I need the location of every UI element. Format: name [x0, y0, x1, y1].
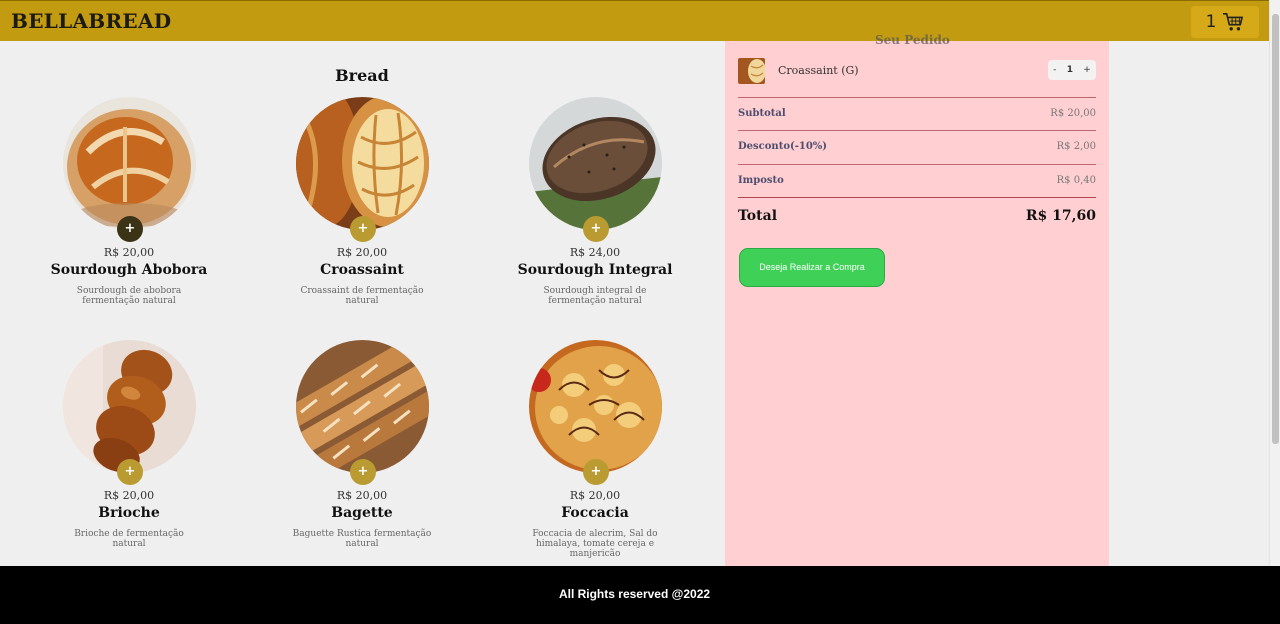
product-price: R$ 20,00: [336, 489, 388, 502]
total-row: Total R$ 17,60: [738, 208, 1096, 228]
product-card: + R$ 20,00 Foccacia Foccacia de alecrim,…: [479, 340, 711, 562]
product-description: Foccacia de alecrim, Sal do himalaya, to…: [532, 529, 658, 559]
add-to-cart-button[interactable]: +: [583, 459, 609, 485]
checkout-button[interactable]: Deseja Realizar a Compra: [739, 248, 885, 287]
cart-icon: [1223, 13, 1244, 31]
section-title: Bread: [335, 66, 389, 85]
add-to-cart-button[interactable]: +: [350, 459, 376, 485]
product-name: Bagette: [331, 505, 393, 521]
footer-text: All Rights reserved @2022: [558, 587, 711, 601]
tax-label: Imposto: [738, 175, 784, 186]
product-price: R$ 20,00: [569, 489, 621, 502]
quantity-value: 1: [1066, 65, 1073, 75]
product-description: Baguette Rustica fermentação natural: [292, 529, 432, 549]
tax-row: Imposto R$ 0,40: [738, 175, 1096, 191]
footer: All Rights reserved @2022: [0, 566, 1280, 624]
product-card: + R$ 20,00 Sourdough Abobora Sourdough d…: [13, 97, 245, 312]
divider: [738, 197, 1096, 198]
product-name: Croassaint: [320, 262, 404, 278]
product-price: R$ 20,00: [103, 246, 155, 259]
discount-label: Desconto(-10%): [738, 141, 828, 152]
tax-value: R$ 0,40: [1056, 175, 1096, 186]
product-price: R$ 20,00: [336, 246, 388, 259]
divider: [738, 130, 1096, 131]
cart-item: Croassaint (G) - 1 +: [738, 58, 1096, 84]
cart-count: 1: [1205, 12, 1217, 32]
divider: [738, 164, 1096, 165]
decrease-quantity-button[interactable]: -: [1053, 65, 1056, 75]
order-panel: Seu Pedido Croassaint (G) - 1 + Subtotal…: [725, 33, 1109, 566]
product-card: + R$ 24,00 Sourdough Integral Sourdough …: [479, 97, 711, 312]
scrollbar-thumb[interactable]: [1272, 14, 1279, 444]
product-description: Sourdough integral de fermentação natura…: [543, 286, 647, 306]
product-photo: [296, 97, 429, 230]
subtotal-label: Subtotal: [738, 108, 786, 119]
subtotal-row: Subtotal R$ 20,00: [738, 108, 1096, 124]
order-panel-heading: Seu Pedido: [875, 33, 950, 47]
cart-button[interactable]: 1: [1191, 6, 1259, 38]
product-photo: [296, 340, 429, 473]
increase-quantity-button[interactable]: +: [1083, 65, 1091, 75]
product-name: Brioche: [98, 505, 160, 521]
product-description: Sourdough de abobora fermentação natural: [76, 286, 182, 306]
product-description: Croassaint de fermentação natural: [300, 286, 424, 306]
discount-value: R$ 2,00: [1056, 141, 1096, 152]
product-card: + R$ 20,00 Croassaint Croassaint de ferm…: [246, 97, 478, 312]
product-card: + R$ 20,00 Brioche Brioche de fermentaçã…: [13, 340, 245, 562]
product-name: Sourdough Integral: [517, 262, 673, 278]
total-label: Total: [738, 208, 778, 224]
product-price: R$ 20,00: [103, 489, 155, 502]
cart-item-name: Croassaint (G): [778, 64, 859, 77]
subtotal-value: R$ 20,00: [1050, 108, 1096, 119]
top-bar: BELLABREAD 1: [0, 0, 1269, 41]
page-scrollbar[interactable]: [1269, 0, 1280, 566]
add-to-cart-button[interactable]: +: [117, 216, 143, 242]
product-description: Brioche de fermentação natural: [74, 529, 184, 549]
product-photo: [63, 340, 196, 473]
brand-logo[interactable]: BELLABREAD: [11, 9, 171, 33]
product-photo: [63, 97, 196, 230]
divider: [738, 97, 1096, 98]
product-photo: [529, 97, 662, 230]
product-name: Foccacia: [561, 505, 629, 521]
add-to-cart-button[interactable]: +: [350, 216, 376, 242]
product-photo: [529, 340, 662, 473]
discount-row: Desconto(-10%) R$ 2,00: [738, 141, 1096, 157]
total-value: R$ 17,60: [1025, 208, 1096, 224]
product-card: + R$ 20,00 Bagette Baguette Rustica ferm…: [246, 340, 478, 562]
product-name: Sourdough Abobora: [50, 262, 208, 278]
add-to-cart-button[interactable]: +: [583, 216, 609, 242]
product-price: R$ 24,00: [569, 246, 621, 259]
cart-item-thumbnail: [738, 58, 765, 84]
add-to-cart-button[interactable]: +: [117, 459, 143, 485]
quantity-stepper: - 1 +: [1048, 60, 1096, 80]
